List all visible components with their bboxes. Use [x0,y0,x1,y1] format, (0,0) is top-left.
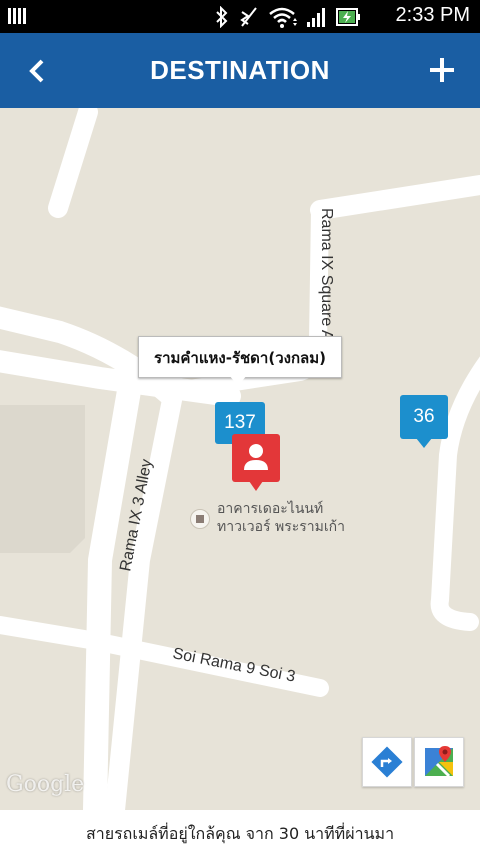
directions-button[interactable] [362,737,412,787]
bus-marker-label: 137 [224,412,256,433]
status-icons [214,5,362,29]
person-icon [244,444,268,470]
poi-label-line2: ทาวเวอร์ พระรามเก้า [217,519,345,535]
poi-building-icon[interactable] [190,509,210,529]
status-bar: 2:33 PM [0,0,480,33]
notification-icon [8,8,30,24]
footer-text: สายรถเมล์ที่อยู่ใกล้คุณ จาก 30 นาทีที่ผ่… [85,824,395,843]
wifi-icon [269,7,297,28]
google-watermark: Google [6,772,85,797]
app-bar: DESTINATION [0,33,480,108]
bus-marker-label: 36 [413,406,435,427]
bus-marker-36[interactable]: 36 [400,395,448,448]
poi-label-line1: อาคารเดอะไนนท์ [217,501,324,517]
open-google-maps-button[interactable] [414,737,464,787]
user-location-pin[interactable] [232,434,280,491]
clock: 2:33 PM [395,4,470,26]
bluetooth-icon [216,6,228,28]
footer-bar: สายรถเมล์ที่อยู่ใกล้คุณ จาก 30 นาทีที่ผ่… [0,810,480,854]
callout-label: รามคำแหง-รัชดา(วงกลม) [154,349,326,367]
callout-tail [229,375,247,386]
plus-icon[interactable] [426,54,458,86]
signal-icon [307,8,325,27]
vibrate-off-icon [240,7,257,27]
page-title: DESTINATION [150,55,330,85]
poi-label: อาคารเดอะไนนท์ ทาวเวอร์ พระรามเก้า [217,500,345,536]
google-maps-icon [425,746,453,778]
battery-charging-icon [336,8,360,26]
directions-icon [371,746,403,778]
stop-callout[interactable]: รามคำแหง-รัชดา(วงกลม) [138,336,342,386]
map-view[interactable]: Rama IX Square Alley Rama IX 3 Alley Soi… [0,108,480,810]
